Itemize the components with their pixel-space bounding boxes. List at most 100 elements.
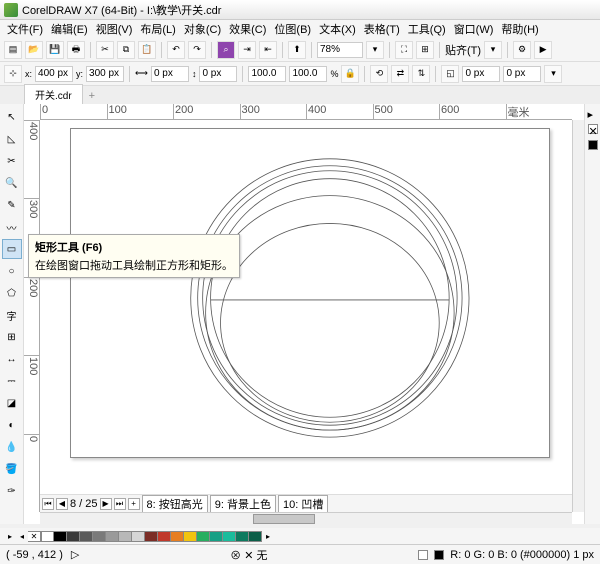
menu-window[interactable]: 窗口(W) bbox=[451, 21, 497, 37]
menu-file[interactable]: 文件(F) bbox=[4, 21, 46, 37]
drawing-canvas[interactable] bbox=[40, 120, 572, 494]
menu-layout[interactable]: 布局(L) bbox=[137, 21, 178, 37]
vertical-ruler[interactable]: 4003002001000 bbox=[24, 120, 40, 512]
menu-tools[interactable]: 工具(Q) bbox=[405, 21, 449, 37]
artistic-tool-icon[interactable]: 〰 bbox=[2, 217, 22, 237]
page[interactable] bbox=[70, 128, 550, 458]
save-icon[interactable]: 💾 bbox=[46, 41, 64, 59]
next-page-icon[interactable]: ▶ bbox=[100, 498, 112, 510]
zoom-input[interactable] bbox=[317, 42, 363, 58]
palette-menu-icon[interactable]: ▸ bbox=[4, 532, 16, 541]
doc-tab[interactable]: 开关.cdr bbox=[24, 84, 83, 104]
mirror-v-icon[interactable]: ⇅ bbox=[412, 65, 430, 83]
fullscreen-icon[interactable]: ⛶ bbox=[395, 41, 413, 59]
color-swatch[interactable] bbox=[171, 531, 184, 542]
color-swatch[interactable] bbox=[236, 531, 249, 542]
search-icon[interactable]: ⌕ bbox=[217, 41, 235, 59]
color-swatch[interactable] bbox=[93, 531, 106, 542]
menu-effects[interactable]: 效果(C) bbox=[226, 21, 269, 37]
open-icon[interactable]: 📂 bbox=[25, 41, 43, 59]
fill-swatch[interactable] bbox=[434, 550, 444, 560]
rotate-icon[interactable]: ⟲ bbox=[370, 65, 388, 83]
table-tool-icon[interactable]: ⊞ bbox=[2, 327, 22, 347]
color-swatch[interactable] bbox=[223, 531, 236, 542]
redo-icon[interactable]: ↷ bbox=[188, 41, 206, 59]
offset-x-input[interactable] bbox=[462, 66, 500, 82]
page-tab-9[interactable]: 9: 背景上色 bbox=[210, 495, 276, 513]
import-icon[interactable]: ⇥ bbox=[238, 41, 256, 59]
scale-x-input[interactable] bbox=[248, 66, 286, 82]
zoom-dropdown-icon[interactable]: ▾ bbox=[366, 41, 384, 59]
add-tab-button[interactable]: + bbox=[83, 88, 101, 104]
y-input[interactable] bbox=[86, 66, 124, 82]
color-swatch[interactable] bbox=[67, 531, 80, 542]
color-swatch[interactable] bbox=[145, 531, 158, 542]
corner-icon[interactable]: ◱ bbox=[441, 65, 459, 83]
menu-edit[interactable]: 编辑(E) bbox=[48, 21, 91, 37]
copy-icon[interactable]: ⧉ bbox=[117, 41, 135, 59]
first-page-icon[interactable]: ⏮ bbox=[42, 498, 54, 510]
add-page-icon[interactable]: + bbox=[128, 498, 140, 510]
paste-icon[interactable]: 📋 bbox=[138, 41, 156, 59]
color-swatch[interactable] bbox=[41, 531, 54, 542]
width-input[interactable] bbox=[151, 66, 189, 82]
polygon-tool-icon[interactable]: ⬠ bbox=[2, 283, 22, 303]
pick-tool-icon[interactable]: ↖ bbox=[2, 107, 22, 127]
palette-next-icon[interactable]: ▸ bbox=[262, 532, 274, 541]
outline-swatch[interactable] bbox=[418, 550, 428, 560]
color-swatch[interactable] bbox=[106, 531, 119, 542]
menu-bar[interactable]: 文件(F) 编辑(E) 视图(V) 布局(L) 对象(C) 效果(C) 位图(B… bbox=[0, 20, 600, 38]
menu-object[interactable]: 对象(C) bbox=[181, 21, 224, 37]
menu-view[interactable]: 视图(V) bbox=[93, 21, 136, 37]
color-swatch[interactable] bbox=[132, 531, 145, 542]
offset-y-input[interactable] bbox=[503, 66, 541, 82]
color-swatch[interactable] bbox=[119, 531, 132, 542]
connector-tool-icon[interactable]: ⎓ bbox=[2, 371, 22, 391]
next-icon[interactable]: ▷ bbox=[71, 548, 79, 561]
rectangle-tool-icon[interactable]: ▭ bbox=[2, 239, 22, 259]
menu-text[interactable]: 文本(X) bbox=[316, 21, 359, 37]
rulers-icon[interactable]: ⊞ bbox=[416, 41, 434, 59]
snap-dropdown-icon[interactable]: ▾ bbox=[484, 41, 502, 59]
black-swatch[interactable] bbox=[588, 140, 598, 150]
snap-label[interactable]: 贴齐(T) bbox=[445, 42, 481, 58]
color-swatch[interactable] bbox=[210, 531, 223, 542]
page-tab-10[interactable]: 10: 凹槽 bbox=[278, 495, 328, 513]
cut-icon[interactable]: ✂ bbox=[96, 41, 114, 59]
export-icon[interactable]: ⇤ bbox=[259, 41, 277, 59]
dimension-tool-icon[interactable]: ↔ bbox=[2, 349, 22, 369]
sidebar-toggle-icon[interactable]: ▸ bbox=[588, 108, 598, 118]
menu-bitmap[interactable]: 位图(B) bbox=[271, 21, 314, 37]
horizontal-ruler[interactable]: 0100200300400500600毫米 bbox=[40, 104, 572, 120]
units-dropdown-icon[interactable]: ▾ bbox=[544, 65, 562, 83]
eyedropper-tool-icon[interactable]: 💧 bbox=[2, 437, 22, 457]
last-page-icon[interactable]: ⏭ bbox=[114, 498, 126, 510]
undo-icon[interactable]: ↶ bbox=[167, 41, 185, 59]
horizontal-scrollbar[interactable] bbox=[40, 512, 572, 524]
page-tab-8[interactable]: 8: 按钮高光 bbox=[142, 495, 208, 513]
color-swatch[interactable] bbox=[184, 531, 197, 542]
shape-tool-icon[interactable]: ◺ bbox=[2, 129, 22, 149]
scale-y-input[interactable] bbox=[289, 66, 327, 82]
color-swatch[interactable] bbox=[197, 531, 210, 542]
no-color-swatch[interactable]: ✕ bbox=[28, 531, 41, 542]
vertical-scrollbar[interactable] bbox=[572, 120, 584, 512]
prev-page-icon[interactable]: ◀ bbox=[56, 498, 68, 510]
color-swatch[interactable] bbox=[249, 531, 262, 542]
color-swatch[interactable] bbox=[158, 531, 171, 542]
new-icon[interactable]: ▤ bbox=[4, 41, 22, 59]
publish-icon[interactable]: ⬆ bbox=[288, 41, 306, 59]
menu-table[interactable]: 表格(T) bbox=[361, 21, 403, 37]
no-fill-swatch[interactable]: ✕ bbox=[588, 124, 598, 134]
print-icon[interactable]: 🖶 bbox=[67, 41, 85, 59]
transparency-tool-icon[interactable]: ◐ bbox=[2, 415, 22, 435]
color-swatch[interactable] bbox=[80, 531, 93, 542]
fill-tool-icon[interactable]: 🪣 bbox=[2, 459, 22, 479]
crop-tool-icon[interactable]: ✂ bbox=[2, 151, 22, 171]
ellipse-tool-icon[interactable]: ○ bbox=[2, 261, 22, 281]
mirror-h-icon[interactable]: ⇄ bbox=[391, 65, 409, 83]
lock-ratio-icon[interactable]: 🔒 bbox=[341, 65, 359, 83]
height-input[interactable] bbox=[199, 66, 237, 82]
options-icon[interactable]: ⚙ bbox=[513, 41, 531, 59]
origin-icon[interactable]: ⊹ bbox=[4, 65, 22, 83]
